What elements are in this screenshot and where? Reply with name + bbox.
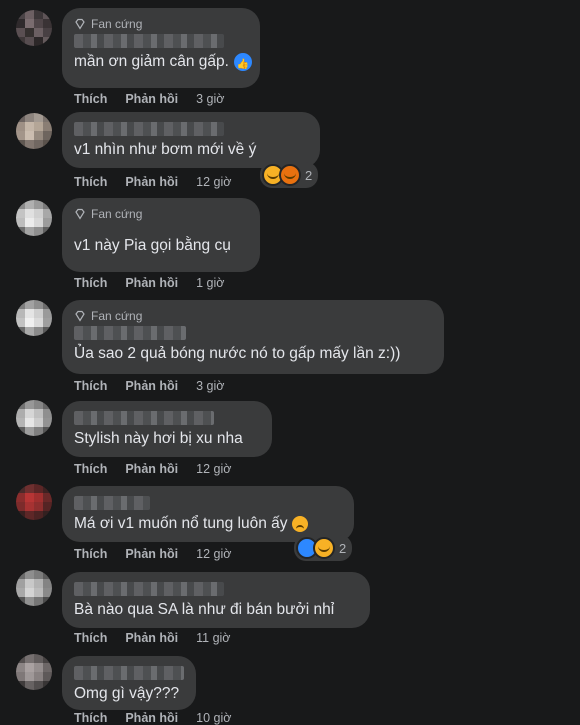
comment-text: v1 này Pia gọi bằng cụ (74, 237, 231, 254)
comment-text: Bà nào qua SA là như đi bán bưởi nhỉ (74, 601, 335, 618)
diamond-icon (75, 208, 85, 220)
comment-bubble: Má ơi v1 muốn nổ tung luôn ấy (62, 486, 354, 542)
commenter-name[interactable] (74, 666, 184, 680)
fan-badge: Fan cứng (74, 206, 248, 222)
avatar[interactable] (16, 484, 52, 520)
angry-reaction-icon (279, 164, 301, 186)
comment-time[interactable]: 12 giờ (196, 175, 231, 189)
reply-button[interactable]: Phản hồi (125, 631, 178, 645)
comment-actions: Thích Phản hồi 11 giờ (74, 631, 231, 645)
comment-bubble: Fan cứng mần ơn giảm cân gấp. (62, 8, 260, 88)
reaction-count: 2 (305, 167, 313, 183)
reaction-summary[interactable]: 2 (294, 535, 353, 561)
comment-bubble: Omg gì vậy??? (62, 656, 196, 710)
diamond-icon (75, 18, 85, 30)
comment-bubble: Fan cứng Ủa sao 2 quả bóng nước nó to gấ… (62, 300, 444, 374)
reply-button[interactable]: Phản hồi (125, 379, 178, 393)
comment-actions: Thích Phản hồi 3 giờ (74, 92, 224, 106)
comment-time[interactable]: 3 giờ (196, 379, 224, 393)
avatar[interactable] (16, 200, 52, 236)
like-button[interactable]: Thích (74, 276, 107, 290)
reply-button[interactable]: Phản hồi (125, 92, 178, 106)
fan-badge: Fan cứng (74, 308, 432, 324)
comment-actions: Thích Phản hồi 10 giờ (74, 711, 231, 725)
avatar[interactable] (16, 570, 52, 606)
comment-text: Stylish này hơi bị xu nha (74, 430, 243, 447)
commenter-name[interactable] (74, 411, 214, 425)
comment-actions: Thích Phản hồi 3 giờ (74, 379, 224, 393)
comment-bubble: Stylish này hơi bị xu nha (62, 401, 272, 457)
comment-actions: Thích Phản hồi 12 giờ (74, 462, 231, 476)
diamond-icon (75, 310, 85, 322)
sad-face-icon (291, 515, 308, 532)
reaction-count: 2 (339, 540, 347, 556)
sad-reaction-icon (313, 537, 335, 559)
comment-bubble: Fan cứng v1 này Pia gọi bằng cụ (62, 198, 260, 272)
reply-button[interactable]: Phản hồi (125, 175, 178, 189)
like-button[interactable]: Thích (74, 631, 107, 645)
comment-bubble: v1 nhìn như bơm mới về ý (62, 112, 320, 168)
comment-text: mần ơn giảm cân gấp. (74, 52, 253, 75)
comment-text: v1 nhìn như bơm mới về ý (74, 141, 257, 158)
like-button[interactable]: Thích (74, 547, 107, 561)
avatar[interactable] (16, 113, 52, 149)
commenter-name[interactable] (74, 582, 224, 596)
like-button[interactable]: Thích (74, 462, 107, 476)
commenter-name[interactable] (74, 496, 150, 510)
comment-actions: Thích Phản hồi 12 giờ (74, 547, 231, 561)
avatar[interactable] (16, 300, 52, 336)
like-button[interactable]: Thích (74, 379, 107, 393)
avatar[interactable] (16, 654, 52, 690)
like-button[interactable]: Thích (74, 711, 107, 725)
comment-time[interactable]: 11 giờ (196, 631, 230, 645)
comment-time[interactable]: 1 giờ (196, 276, 224, 290)
commenter-name[interactable] (74, 122, 224, 136)
commenter-name[interactable] (74, 326, 186, 340)
reaction-summary[interactable]: 2 (260, 162, 319, 188)
reply-button[interactable]: Phản hồi (125, 462, 178, 476)
comment-actions: Thích Phản hồi 1 giờ (74, 276, 224, 290)
reply-button[interactable]: Phản hồi (125, 547, 178, 561)
fan-badge: Fan cứng (74, 16, 248, 32)
comment-time[interactable]: 10 giờ (196, 711, 231, 725)
commenter-name[interactable] (74, 34, 224, 48)
comment-actions: Thích Phản hồi 12 giờ (74, 175, 231, 189)
comment-text: Omg gì vậy??? (74, 685, 180, 702)
reply-button[interactable]: Phản hồi (125, 276, 178, 290)
comment-time[interactable]: 3 giờ (196, 92, 224, 106)
avatar[interactable] (16, 400, 52, 436)
like-button[interactable]: Thích (74, 92, 107, 106)
avatar[interactable] (16, 10, 52, 46)
like-button[interactable]: Thích (74, 175, 107, 189)
comment-bubble: Bà nào qua SA là như đi bán bưởi nhỉ (62, 572, 370, 628)
comment-time[interactable]: 12 giờ (196, 462, 231, 476)
like-reaction-icon[interactable] (232, 52, 253, 75)
comment-text: Ủa sao 2 quả bóng nước nó to gấp mấy lần… (74, 345, 401, 362)
comment-time[interactable]: 12 giờ (196, 547, 231, 561)
comment-text: Má ơi v1 muốn nổ tung luôn ấy (74, 514, 342, 534)
reply-button[interactable]: Phản hồi (125, 711, 178, 725)
